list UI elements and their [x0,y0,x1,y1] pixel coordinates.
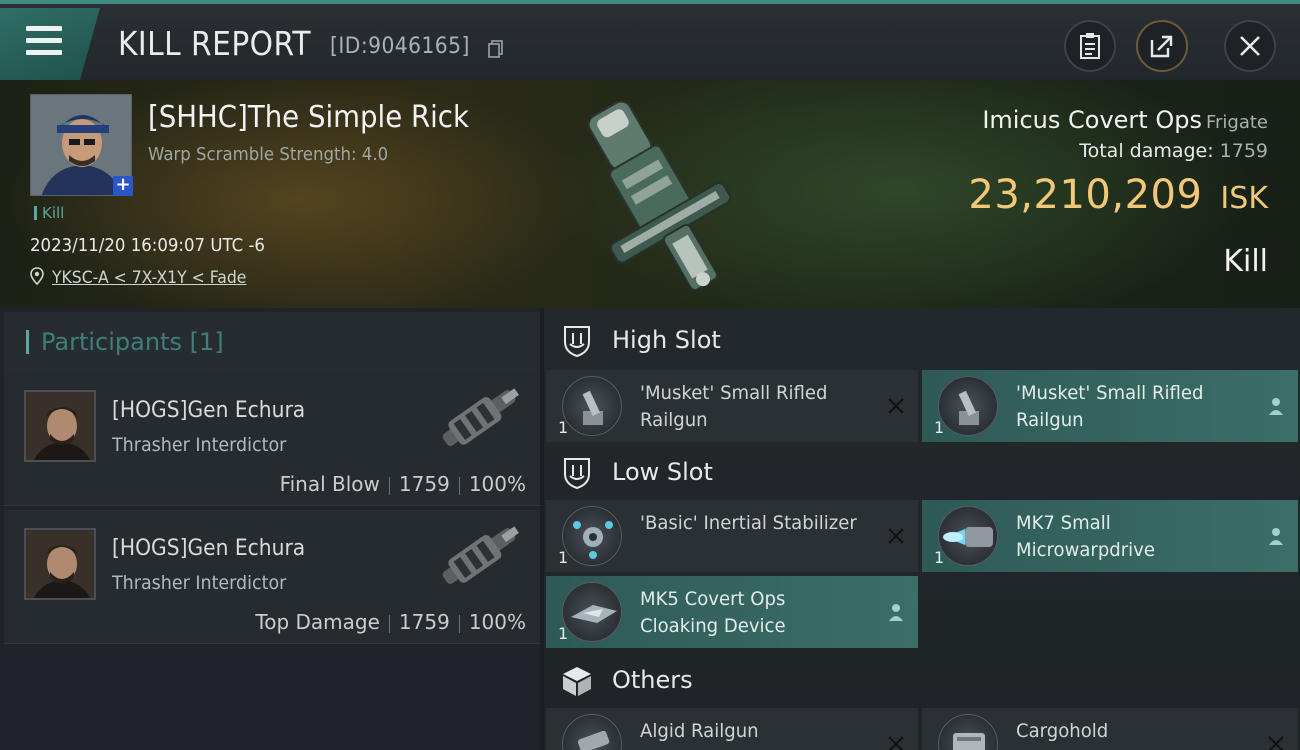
menu-icon[interactable] [26,26,62,56]
destroyed-x-icon [1268,736,1284,750]
participant-avatar[interactable] [24,528,96,600]
isk-value-row: 23,210,209 ISK [968,172,1268,218]
location-link[interactable]: YKSC-A < 7X-X1Y < Fade [52,268,246,288]
close-icon [1240,36,1260,56]
participant-ship: Thrasher Interdictor [112,434,287,456]
item-name: Algid Railgun [640,720,759,742]
participant-avatar-image [26,392,94,460]
kill-result: Kill [1223,244,1268,279]
warp-scramble-strength: Warp Scramble Strength: 4.0 [148,144,389,165]
victim-ship-name[interactable]: Imicus Covert Ops [982,106,1202,134]
participant-role: Final Blow [279,472,380,496]
item-name: 'Musket' Small Rifled Railgun [1016,382,1204,431]
participant-card[interactable]: [HOGS]Gen Echura Thrasher Interdictor To… [4,510,540,644]
participant-card[interactable]: [HOGS]Gen Echura Thrasher Interdictor Fi… [4,372,540,506]
microwarpdrive-icon [938,506,998,566]
victim-ship-image[interactable] [570,86,740,304]
kill-tag: Kill [34,206,64,221]
shield-icon [564,458,590,490]
cube-icon [563,667,591,696]
victim-ship-class: Frigate [1205,112,1268,133]
person-icon [889,604,903,621]
item-name: 'Musket' Small Rifled Railgun [640,382,828,431]
add-contact-button[interactable]: + [113,176,133,196]
destroyed-x-icon [888,736,904,750]
header-bar: KILL REPORT [ID:9046165] [0,0,1300,80]
person-icon [1269,398,1283,415]
low-slot-header: Low Slot [544,442,1300,502]
participant-avatar[interactable] [24,390,96,462]
participants-title: Participants [1] [26,330,224,354]
clipboard-button[interactable] [1064,20,1116,72]
participant-percent: 100% [468,610,526,634]
victim-ship-info: Imicus Covert Ops Frigate [982,106,1268,134]
participant-name[interactable]: [HOGS]Gen Echura [112,398,305,423]
fitting-item[interactable]: 1 MK5 Covert Ops Cloaking Device [546,576,918,648]
close-button[interactable] [1224,20,1276,72]
item-quantity: 1 [934,418,945,437]
total-damage-value: 1759 [1219,140,1268,162]
participant-stats: Top Damage 1759 100% [255,610,526,634]
inertial-stabilizer-icon [562,506,622,566]
high-slot-title: High Slot [612,326,721,354]
item-quantity: 1 [934,548,945,567]
item-name: MK5 Covert Ops Cloaking Device [640,588,786,637]
kill-timestamp: 2023/11/20 16:09:07 UTC -6 [30,235,265,256]
destroyed-x-icon [888,528,904,544]
others-header: Others [544,650,1300,710]
railgun-module-icon [562,376,622,436]
isk-value: 23,210,209 [968,172,1203,218]
person-icon [1269,528,1283,545]
fitting-item[interactable]: 1 'Musket' Small Rifled Railgun [546,370,918,442]
railgun-module-icon [938,376,998,436]
participant-ship-image [441,388,519,448]
participant-ship-image [441,526,519,586]
victim-banner: + [SHHC]The Simple Rick Warp Scramble St… [0,80,1300,308]
participant-avatar-image [26,530,94,598]
participant-percent: 100% [468,472,526,496]
item-quantity: 1 [558,624,569,643]
total-damage-row: Total damage: 1759 [1079,140,1268,162]
participant-ship: Thrasher Interdictor [112,572,287,594]
participants-panel: Participants [1] [HOGS]Gen Echura Thrash… [0,308,540,750]
item-name: Cargohold [1016,720,1109,742]
participant-stats: Final Blow 1759 100% [280,472,526,496]
fitting-item[interactable]: Algid Railgun [546,708,918,750]
share-button[interactable] [1136,20,1188,72]
copy-icon[interactable] [488,40,504,58]
item-quantity: 1 [558,548,569,567]
location-pin-icon [30,267,44,285]
isk-unit: ISK [1220,181,1268,216]
low-slot-title: Low Slot [612,458,713,486]
shield-icon [564,326,590,358]
participant-role: Top Damage [255,610,380,634]
fitting-item[interactable]: 1 'Basic' Inertial Stabilizer [546,500,918,572]
participant-name[interactable]: [HOGS]Gen Echura [112,536,305,561]
clipboard-icon [1080,33,1100,59]
item-name: MK7 Small Microwarpdrive [1016,512,1155,561]
report-id: [ID:9046165] [330,34,470,59]
item-name: 'Basic' Inertial Stabilizer [640,512,857,534]
cargohold-icon [938,714,998,750]
total-damage-label: Total damage: [1079,140,1214,162]
cloaking-device-icon [562,582,622,642]
participant-damage: 1759 [398,472,450,496]
victim-name[interactable]: [SHHC]The Simple Rick [148,100,469,135]
fitting-item[interactable]: 1 MK7 Small Microwarpdrive [922,500,1298,572]
fitting-item[interactable]: Cargohold [922,708,1298,750]
others-title: Others [612,666,693,694]
item-quantity: 1 [558,418,569,437]
high-slot-header: High Slot [544,310,1300,370]
railgun-module-icon [562,714,622,750]
share-icon [1150,35,1173,58]
page-title: KILL REPORT [118,24,312,63]
fitting-item[interactable]: 1 'Musket' Small Rifled Railgun [922,370,1298,442]
participants-header: Participants [1] [4,312,540,372]
destroyed-x-icon [888,398,904,414]
participant-damage: 1759 [398,610,450,634]
